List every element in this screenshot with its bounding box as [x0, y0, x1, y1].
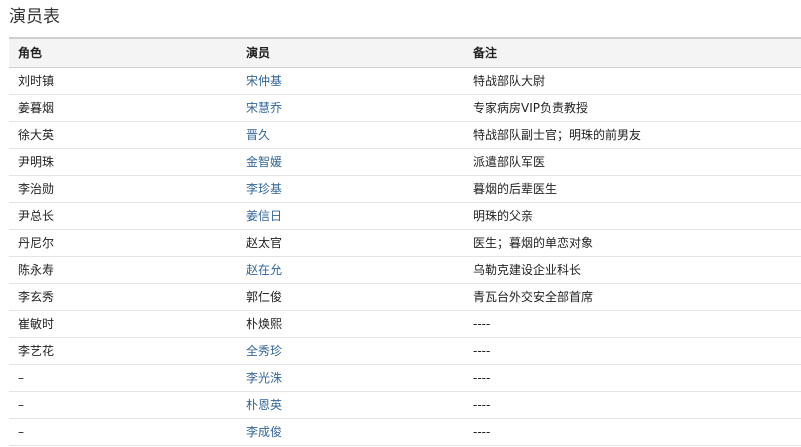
page-title: 演员表 — [9, 7, 60, 27]
actor-name: 赵太官 — [246, 236, 283, 250]
table-row: 李治勋 李珍基 暮烟的后辈医生 — [9, 175, 801, 203]
table-row: 尹明珠 金智媛 派遣部队军医 — [9, 148, 801, 176]
cell-role: – — [9, 364, 237, 392]
table-row: – 李光洙 ---- — [9, 364, 801, 392]
cell-actor: 宋仲基 — [237, 67, 464, 95]
cell-role: 陈永寿 — [9, 256, 237, 284]
table-row: 崔敏时 朴焕熙 ---- — [9, 310, 801, 338]
actor-link[interactable]: 赵在允 — [246, 263, 282, 277]
cell-note: ---- — [464, 391, 801, 419]
cell-role: 崔敏时 — [9, 310, 237, 338]
cell-role: – — [9, 391, 237, 419]
table-row: – 李成俊 ---- — [9, 418, 801, 446]
table-row: 丹尼尔 赵太官 医生；暮烟的单恋对象 — [9, 229, 801, 257]
actor-link[interactable]: 李光洙 — [246, 371, 282, 385]
cell-note: 青瓦台外交安全部首席 — [464, 283, 801, 311]
actor-link[interactable]: 金智媛 — [246, 155, 282, 169]
cell-note: 乌勒克建设企业科长 — [464, 256, 801, 284]
cell-actor: 宋慧乔 — [237, 94, 464, 122]
cell-note: 特战部队副士官；明珠的前男友 — [464, 121, 801, 149]
cell-role: 徐大英 — [9, 121, 237, 149]
cell-role: 刘时镇 — [9, 67, 237, 95]
cell-role: – — [9, 418, 237, 446]
cell-note: 暮烟的后辈医生 — [464, 175, 801, 203]
cell-role: 李玄秀 — [9, 283, 237, 311]
cell-note: ---- — [464, 337, 801, 365]
cell-role: 姜暮烟 — [9, 94, 237, 122]
table-row: 尹总长 姜信日 明珠的父亲 — [9, 202, 801, 230]
actor-link[interactable]: 李珍基 — [246, 182, 282, 196]
table-row: 陈永寿 赵在允 乌勒克建设企业科长 — [9, 256, 801, 284]
cell-role: 李艺花 — [9, 337, 237, 365]
cell-actor: 赵在允 — [237, 256, 464, 284]
cell-note: ---- — [464, 364, 801, 392]
table-row: 姜暮烟 宋慧乔 专家病房VIP负责教授 — [9, 94, 801, 122]
actor-name: 朴焕熙 — [246, 317, 283, 331]
cell-actor: 晋久 — [237, 121, 464, 149]
table-row: – 朴恩英 ---- — [9, 391, 801, 419]
cell-role: 尹明珠 — [9, 148, 237, 176]
table-row: 徐大英 晋久 特战部队副士官；明珠的前男友 — [9, 121, 801, 149]
table-row: 李玄秀 郭仁俊 青瓦台外交安全部首席 — [9, 283, 801, 311]
actor-name: 郭仁俊 — [246, 290, 283, 304]
cell-actor: 金智媛 — [237, 148, 464, 176]
cell-role: 丹尼尔 — [9, 229, 237, 257]
cell-actor: 李光洙 — [237, 364, 464, 392]
cell-actor: 郭仁俊 — [237, 283, 464, 311]
actor-link[interactable]: 宋慧乔 — [246, 101, 282, 115]
cell-actor: 李珍基 — [237, 175, 464, 203]
cast-table: 角色 演员 备注 刘时镇 宋仲基 特战部队大尉 姜暮烟 宋慧乔 专家病房VIP负责教授 徐大… — [9, 37, 801, 446]
table-row: 李艺花 全秀珍 ---- — [9, 337, 801, 365]
cell-note: ---- — [464, 310, 801, 338]
column-header-note: 备注 — [464, 37, 801, 68]
cell-actor: 朴焕熙 — [237, 310, 464, 338]
actor-link[interactable]: 晋久 — [246, 128, 270, 142]
table-row: 刘时镇 宋仲基 特战部队大尉 — [9, 67, 801, 95]
cell-note: 医生；暮烟的单恋对象 — [464, 229, 801, 257]
cell-actor: 赵太官 — [237, 229, 464, 257]
column-header-actor: 演员 — [237, 37, 464, 68]
actor-link[interactable]: 宋仲基 — [246, 74, 282, 88]
actor-link[interactable]: 姜信日 — [246, 209, 282, 223]
cell-note: 特战部队大尉 — [464, 67, 801, 95]
cell-role: 尹总长 — [9, 202, 237, 230]
cell-actor: 李成俊 — [237, 418, 464, 446]
cell-actor: 姜信日 — [237, 202, 464, 230]
actor-link[interactable]: 朴恩英 — [246, 398, 282, 412]
cell-note: ---- — [464, 418, 801, 446]
cell-role: 李治勋 — [9, 175, 237, 203]
cell-note: 派遣部队军医 — [464, 148, 801, 176]
actor-link[interactable]: 全秀珍 — [246, 344, 282, 358]
table-header-row: 角色 演员 备注 — [9, 37, 801, 68]
table-body: 刘时镇 宋仲基 特战部队大尉姜暮烟 宋慧乔 专家病房VIP负责教授徐大英 晋久 特战部队副士… — [9, 67, 801, 446]
cell-note: 明珠的父亲 — [464, 202, 801, 230]
cell-actor: 朴恩英 — [237, 391, 464, 419]
cell-note: 专家病房VIP负责教授 — [464, 94, 801, 122]
column-header-role: 角色 — [9, 37, 237, 68]
cell-actor: 全秀珍 — [237, 337, 464, 365]
actor-link[interactable]: 李成俊 — [246, 425, 282, 439]
